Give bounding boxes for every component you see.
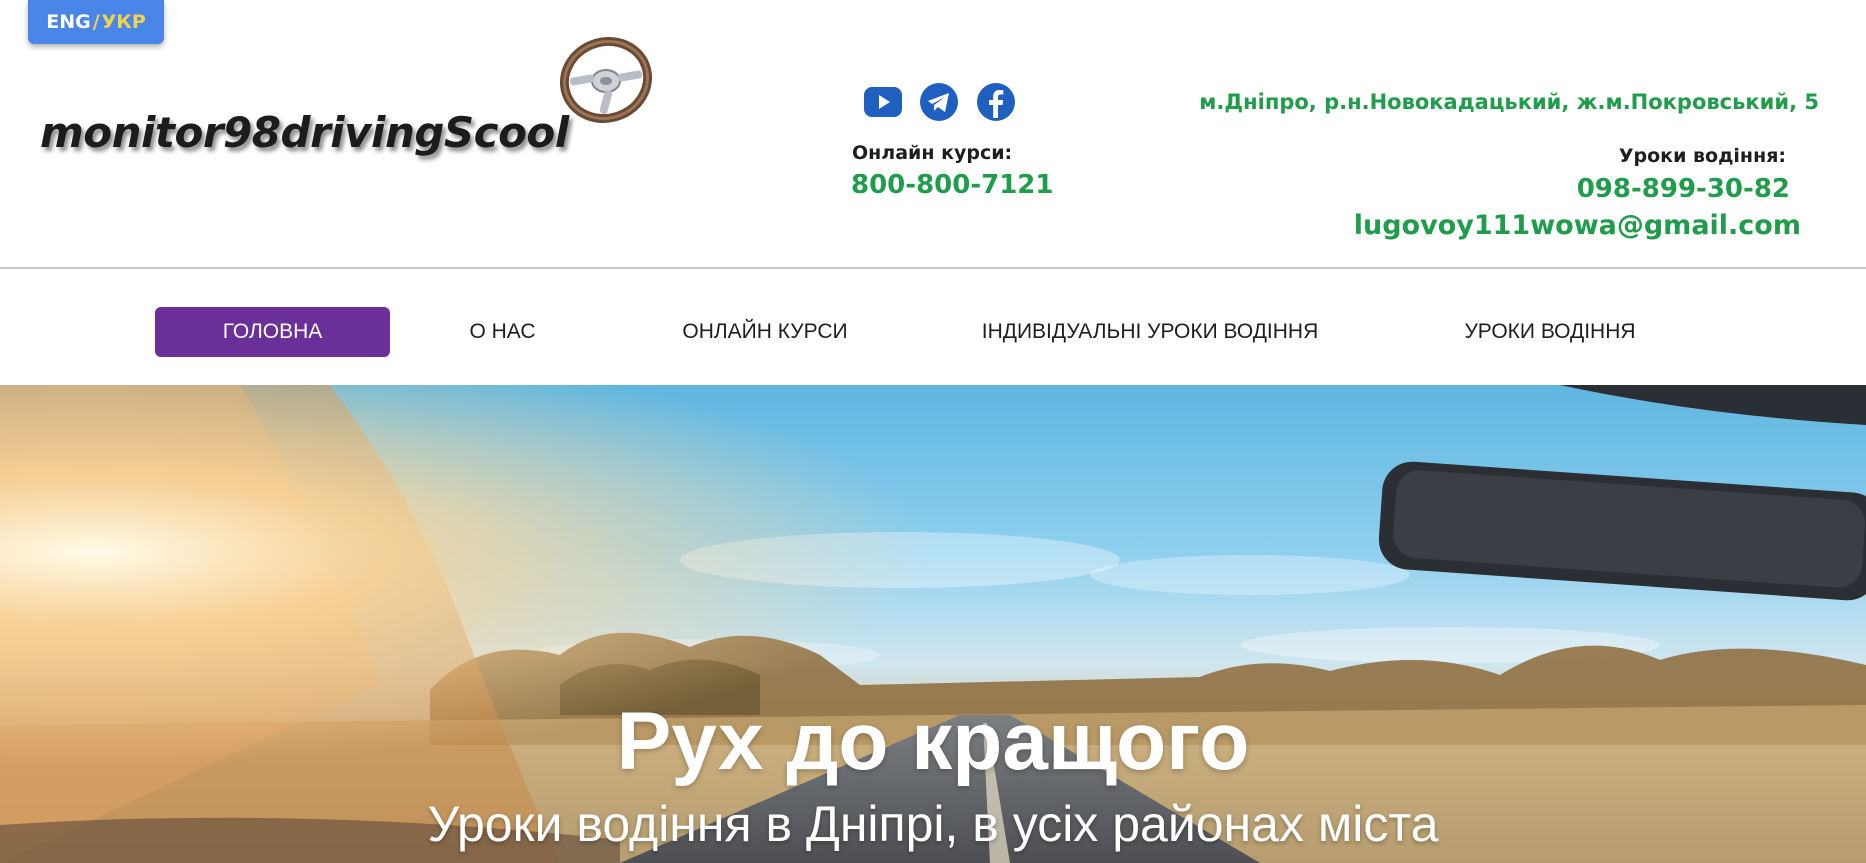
facebook-icon[interactable] xyxy=(976,82,1016,122)
lang-eng[interactable]: ENG xyxy=(46,11,90,33)
nav-item-about[interactable]: О НАС xyxy=(430,307,575,357)
hero-title: Рух до кращого xyxy=(616,696,1250,787)
hero-background-image xyxy=(0,385,1866,863)
language-switch-button[interactable]: ENG / УКР xyxy=(28,0,164,44)
nav-item-driving-lessons[interactable]: УРОКИ ВОДІННЯ xyxy=(1450,307,1650,357)
youtube-icon[interactable] xyxy=(864,82,902,122)
nav-item-online-courses[interactable]: ОНЛАЙН КУРСИ xyxy=(665,307,865,357)
email-link[interactable]: lugovoy111wowa@gmail.com xyxy=(1354,210,1801,241)
steering-wheel-icon xyxy=(559,34,653,126)
telegram-icon[interactable] xyxy=(919,82,959,122)
nav-item-home[interactable]: ГОЛОВНА xyxy=(155,307,390,357)
logo-text[interactable]: monitor98drivingScool xyxy=(40,108,569,157)
nav-item-individual-lessons[interactable]: ІНДИВІДУАЛЬНІ УРОКИ ВОДІННЯ xyxy=(982,307,1319,357)
main-nav: ГОЛОВНА О НАС ОНЛАЙН КУРСИ ІНДИВІДУАЛЬНІ… xyxy=(0,269,1866,385)
driving-lessons-phone[interactable]: 098-899-30-82 xyxy=(1577,174,1790,204)
lang-separator: / xyxy=(92,11,100,33)
hero-subtitle: Уроки водіння в Дніпрі, в усіх районах м… xyxy=(427,796,1439,852)
driving-lessons-label: Уроки водіння: xyxy=(1618,145,1786,167)
address-text: м.Дніпро, р.н.Новокадацький, ж.м.Покровс… xyxy=(1199,90,1819,114)
hero-banner: Рух до кращого Уроки водіння в Дніпрі, в… xyxy=(0,385,1866,863)
online-courses-phone[interactable]: 800-800-7121 xyxy=(851,170,1054,200)
online-courses-label: Онлайн курси: xyxy=(852,142,1013,164)
lang-ukr[interactable]: УКР xyxy=(102,11,146,33)
